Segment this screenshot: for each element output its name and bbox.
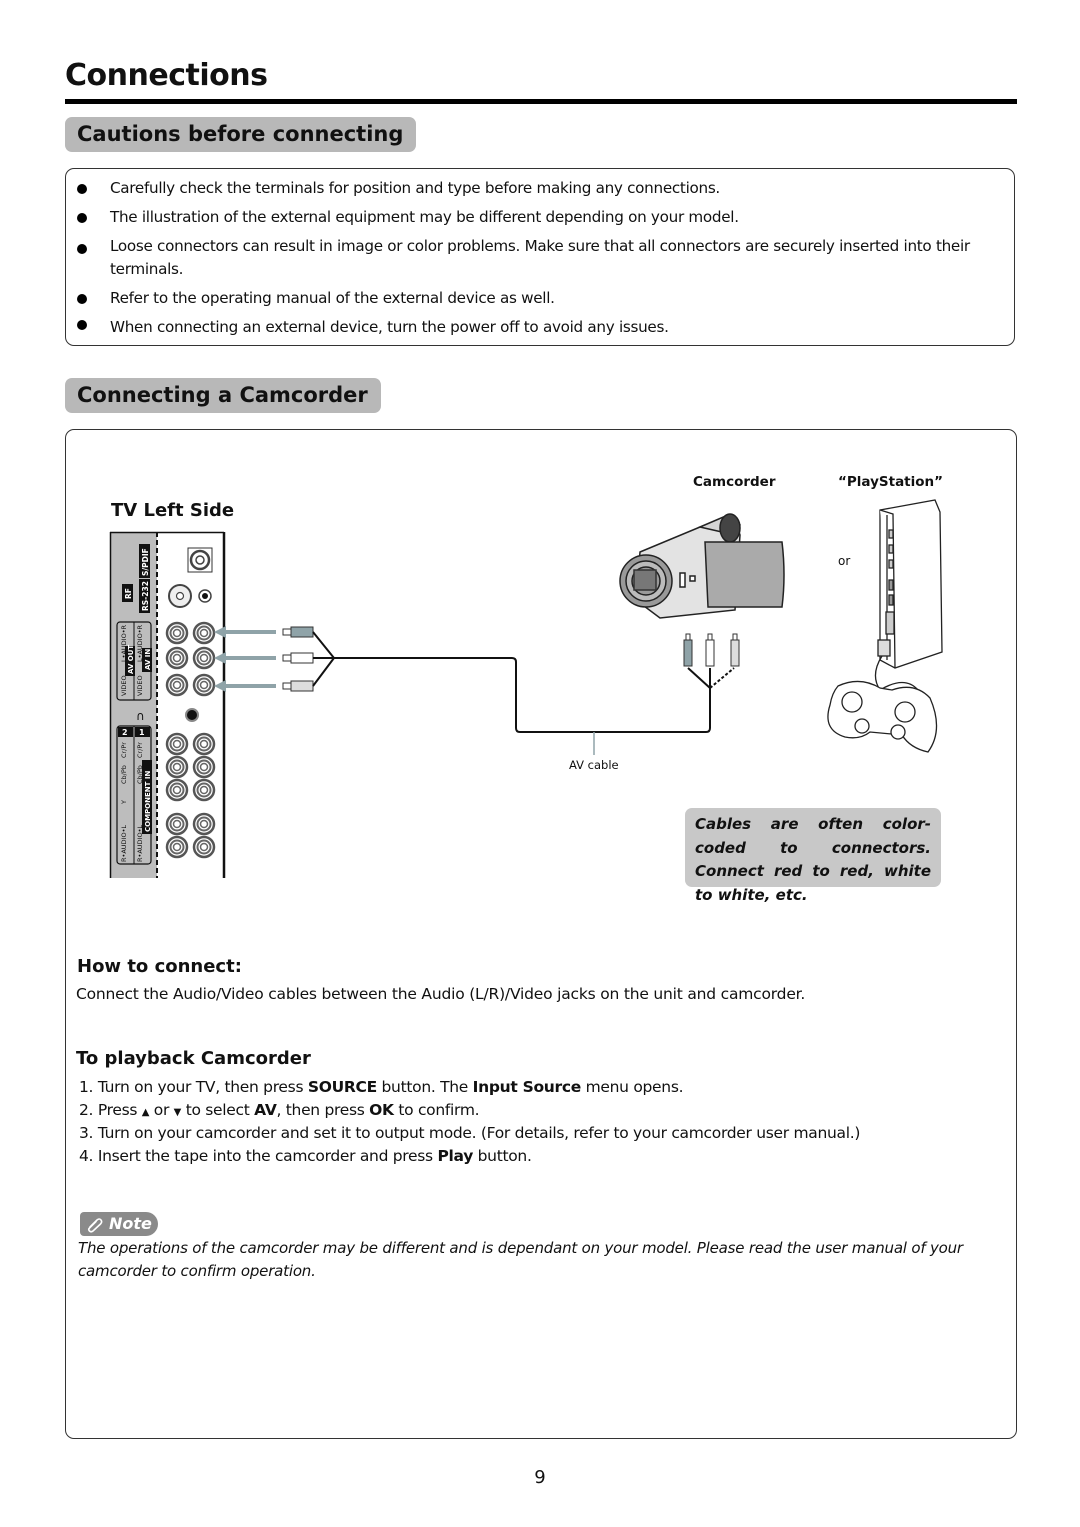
y-label: Y [120, 800, 128, 805]
av-cable-label: AV cable [569, 758, 619, 772]
headphone-icon: ∩ [136, 709, 145, 723]
camcorder-label: Camcorder [693, 474, 776, 490]
video-in-label: VIDEO [136, 675, 144, 696]
rca-jack [192, 812, 216, 836]
step-text: button. The [376, 1078, 473, 1096]
rca-jack [165, 673, 189, 697]
rca-jack [192, 778, 216, 802]
how-to-connect-heading: How to connect: [77, 956, 242, 977]
note-label: Note [109, 1214, 152, 1233]
step-number: 4. [79, 1147, 94, 1165]
playback-step-2: 2. Press ▲ or ▼ to select AV, then press… [79, 1099, 480, 1124]
playback-step-1: 1. Turn on your TV, then press SOURCE bu… [79, 1076, 684, 1099]
rs232-label: RS-232 [141, 581, 150, 611]
av-cable [312, 631, 735, 755]
av-in-label: AV IN [144, 649, 152, 670]
rca-jack [165, 778, 189, 802]
step-text: Insert the tape into the camcorder and p… [97, 1147, 438, 1165]
playstation-label: “PlayStation” [838, 474, 943, 490]
rf-label: RF [124, 588, 133, 599]
source-button-label: SOURCE [307, 1078, 377, 1096]
component-in-label: COMPONENT IN [144, 771, 152, 832]
rca-jack [192, 673, 216, 697]
cb-label: Cb/Pb [120, 765, 128, 784]
or-label: or [838, 554, 850, 568]
playback-step-3: 3. Turn on your camcorder and set it to … [79, 1122, 860, 1145]
how-to-connect-text: Connect the Audio/Video cables between t… [76, 985, 806, 1003]
rca-jack [165, 732, 189, 756]
playstation-console-icon [877, 499, 943, 669]
rca-jack [192, 755, 216, 779]
step-number: 1. [79, 1078, 94, 1096]
rca-jack [192, 621, 216, 645]
step-number: 2. [79, 1101, 94, 1119]
component-1-label: 1 [139, 728, 145, 737]
gamepad-icon [827, 655, 938, 753]
step-text: or [149, 1101, 174, 1119]
paperclip-icon [87, 1218, 103, 1233]
component-2-label: 2 [122, 728, 128, 737]
color-code-tip: Cables are often color-coded to connecto… [685, 808, 941, 904]
playback-step-4: 4. Insert the tape into the camcorder an… [79, 1145, 532, 1168]
rca-jack [165, 835, 189, 859]
rca-plug-icon [282, 626, 314, 692]
cr-label: Cr/Pr [136, 742, 144, 758]
playback-heading: To playback Camcorder [76, 1048, 311, 1069]
step-number: 3. [79, 1124, 94, 1142]
cr-label: Cr/Pr [120, 742, 128, 758]
step-text: button. [473, 1147, 532, 1165]
note-badge: Note [80, 1212, 158, 1236]
input-source-menu-label: Input Source [472, 1078, 582, 1096]
rca-jack [165, 755, 189, 779]
play-button-label: Play [437, 1147, 473, 1165]
av-out-label: AV OUT [127, 645, 135, 674]
rca-jack [165, 646, 189, 670]
av-option-label: AV [254, 1101, 277, 1119]
step-text: , then press [276, 1101, 370, 1119]
step-text: Press [97, 1101, 142, 1119]
rca-plug-icon [683, 633, 740, 667]
rca-jack-group [165, 621, 216, 859]
rca-jack [192, 835, 216, 859]
step-text: Turn on your camcorder and set it to out… [97, 1124, 861, 1142]
note-text: The operations of the camcorder may be d… [78, 1239, 963, 1280]
page-number: 9 [534, 1467, 546, 1488]
rca-jack [192, 732, 216, 756]
audio-rl-label: R•AUDIO•L [120, 825, 128, 862]
camcorder-icon [619, 513, 785, 619]
step-text: to confirm. [393, 1101, 480, 1119]
step-text: Turn on your TV, then press [97, 1078, 308, 1096]
down-arrow-icon: ▼ [173, 1107, 182, 1118]
step-text: to select [181, 1101, 255, 1119]
video-out-label: VIDEO [120, 675, 128, 696]
spdif-label: S/PDIF [141, 548, 150, 576]
step-text: menu opens. [581, 1078, 684, 1096]
audio-rl-label: R•AUDIO•L [136, 825, 144, 862]
rca-jack [192, 646, 216, 670]
rca-jack [165, 621, 189, 645]
ok-button-label: OK [369, 1101, 394, 1119]
rca-jack [165, 812, 189, 836]
connection-arrows [214, 626, 276, 692]
